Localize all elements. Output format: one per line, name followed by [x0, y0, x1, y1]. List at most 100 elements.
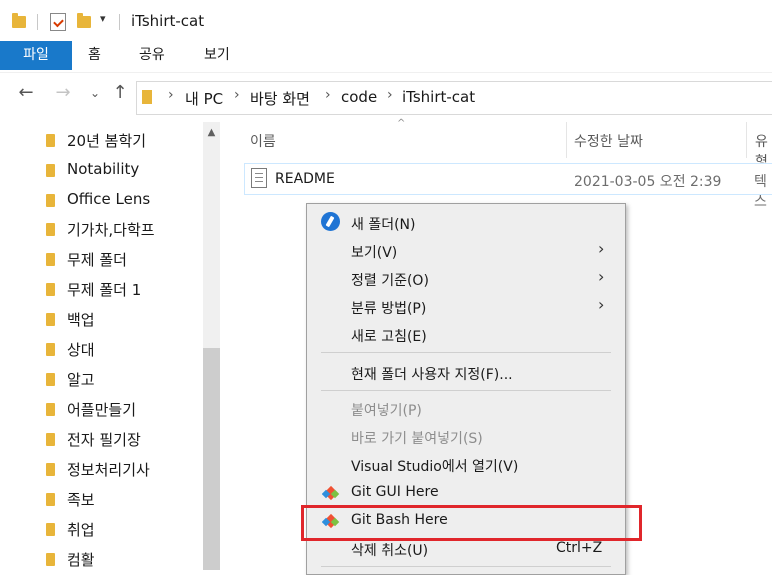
folder-icon	[46, 313, 55, 326]
sidebar-item[interactable]: 상대	[46, 333, 206, 363]
highlight-box	[301, 505, 642, 541]
column-divider[interactable]	[746, 122, 747, 158]
folder-icon	[46, 164, 55, 177]
sidebar-item-label: 기가차,다학프	[67, 221, 155, 239]
menu-item-customize-folder[interactable]: 현재 폴더 사용자 지정(F)...	[351, 364, 513, 384]
menu-item-undo-delete[interactable]: 삭제 취소(U)	[351, 540, 428, 560]
menu-separator	[321, 352, 611, 353]
ribbon-bar	[0, 40, 772, 70]
sidebar-item-label: 정보처리기사	[67, 461, 150, 479]
sidebar-item[interactable]: 컴활	[46, 543, 206, 573]
column-header-name[interactable]: 이름	[250, 131, 276, 151]
breadcrumb-separator-icon[interactable]: ›	[234, 87, 240, 103]
menu-item-open-in-visual-studio[interactable]: Visual Studio에서 열기(V)	[351, 456, 518, 476]
breadcrumb-this-pc[interactable]: 내 PC	[185, 88, 223, 109]
sidebar-item-label: 상대	[67, 341, 95, 359]
sidebar-item[interactable]: 전자 필기장	[46, 423, 206, 453]
sidebar-item[interactable]: 무제 폴더	[46, 243, 206, 273]
submenu-arrow-icon: ›	[598, 239, 605, 258]
breadcrumb-current-folder[interactable]: iTshirt-cat	[402, 88, 475, 106]
menu-item-paste-shortcut[interactable]: 바로 가기 붙여넣기(S)	[351, 428, 483, 448]
menu-item-git-gui-here[interactable]: Git GUI Here	[351, 484, 439, 500]
sidebar-item-label: Notability	[67, 160, 140, 178]
menu-item-paste[interactable]: 붙여넣기(P)	[351, 400, 422, 420]
tab-file[interactable]: 파일	[0, 41, 72, 70]
menu-item-group-by[interactable]: 분류 방법(P)	[351, 298, 426, 318]
scrollbar-thumb[interactable]	[203, 348, 220, 570]
git-gui-icon	[322, 485, 340, 501]
menu-item-sort-by[interactable]: 정렬 기준(O)	[351, 270, 429, 290]
sidebar-item-label: Office Lens	[67, 190, 151, 208]
sort-ascending-icon: ^	[397, 118, 406, 129]
breadcrumb-separator-icon[interactable]: ›	[387, 87, 393, 103]
menu-item-view[interactable]: 보기(V)	[351, 242, 397, 262]
sidebar-item[interactable]: 어플만들기	[46, 393, 206, 423]
sidebar-item[interactable]: 취업	[46, 513, 206, 543]
sidebar-item[interactable]: Office Lens	[46, 184, 206, 214]
sidebar-item[interactable]: Notability	[46, 154, 206, 184]
quick-access-dropdown-icon[interactable]: ▾	[100, 12, 106, 25]
folder-icon	[46, 523, 55, 536]
submenu-arrow-icon: ›	[598, 295, 605, 314]
breadcrumb-code[interactable]: code	[341, 88, 377, 106]
folder-icon	[46, 553, 55, 566]
sidebar-item-label: 알고	[67, 371, 95, 389]
sidebar-item-label: 족보	[67, 491, 95, 509]
toolbar-divider	[119, 14, 120, 30]
sidebar-item-label: 전자 필기장	[67, 431, 141, 449]
sidebar-item[interactable]: 20년 봄학기	[46, 124, 206, 154]
sidebar-item-label: 컴활	[67, 551, 95, 569]
folder-icon	[46, 463, 55, 476]
folder-icon	[46, 373, 55, 386]
sidebar-item[interactable]: 알고	[46, 363, 206, 393]
folder-icon	[46, 433, 55, 446]
scroll-up-icon[interactable]: ▲	[203, 124, 220, 142]
menu-shortcut-ctrl-z: Ctrl+Z	[556, 540, 603, 556]
window-title: iTshirt-cat	[131, 12, 205, 30]
folder-icon	[46, 194, 55, 207]
sidebar-item[interactable]: 무제 폴더 1	[46, 273, 206, 303]
sidebar-item-label: 무제 폴더	[67, 251, 127, 269]
back-arrow-icon[interactable]: ←	[15, 82, 37, 104]
folder-icon	[46, 223, 55, 236]
menu-item-new-folder[interactable]: 새 폴더(N)	[351, 214, 416, 234]
recent-locations-chevron-icon[interactable]: ⌄	[84, 82, 106, 104]
folder-icon	[46, 403, 55, 416]
sidebar-item[interactable]: 족보	[46, 483, 206, 513]
file-modified-date: 2021-03-05 오전 2:39	[574, 174, 722, 190]
menu-separator	[321, 566, 611, 567]
text-file-icon	[251, 168, 267, 188]
title-bar	[0, 0, 772, 40]
new-folder-icon	[321, 212, 340, 231]
folder-icon	[46, 253, 55, 266]
breadcrumb-desktop[interactable]: 바탕 화면	[250, 88, 310, 109]
column-divider[interactable]	[566, 122, 567, 158]
up-arrow-icon[interactable]: ↑	[109, 82, 131, 104]
breadcrumb-separator-icon[interactable]: ›	[325, 87, 331, 103]
column-header-modified[interactable]: 수정한 날짜	[574, 131, 643, 151]
breadcrumb-separator-icon[interactable]: ›	[168, 87, 174, 103]
address-folder-icon	[142, 90, 152, 104]
tab-view[interactable]: 보기	[204, 41, 230, 70]
submenu-arrow-icon: ›	[598, 267, 605, 286]
folder-icon	[12, 13, 26, 28]
sidebar-item-label: 어플만들기	[67, 401, 137, 419]
folder-icon	[46, 493, 55, 506]
sidebar-item-label: 백업	[67, 311, 95, 329]
sidebar-item[interactable]: 정보처리기사	[46, 453, 206, 483]
folder-icon	[46, 134, 55, 147]
menu-item-refresh[interactable]: 새로 고침(E)	[351, 326, 427, 346]
file-type: 텍스	[754, 174, 767, 210]
folder-icon	[46, 283, 55, 296]
toolbar-divider	[37, 14, 38, 30]
sidebar-item[interactable]: 백업	[46, 303, 206, 333]
sidebar-item-label: 무제 폴더 1	[67, 281, 142, 299]
file-name: README	[275, 171, 335, 187]
forward-arrow-icon[interactable]: →	[52, 82, 74, 104]
tab-share[interactable]: 공유	[139, 41, 165, 70]
menu-separator	[321, 390, 611, 391]
sidebar-item[interactable]: 기가차,다학프	[46, 213, 206, 243]
new-folder-quick-icon[interactable]	[77, 13, 91, 28]
properties-icon[interactable]	[50, 13, 66, 31]
tab-home[interactable]: 홈	[88, 41, 101, 70]
